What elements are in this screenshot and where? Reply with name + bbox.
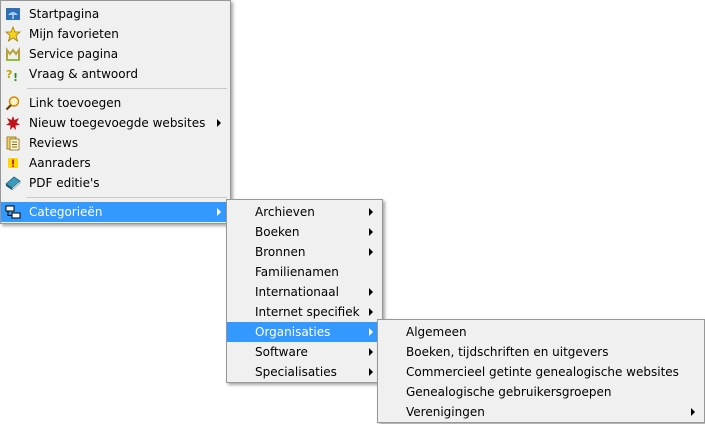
submenu-arrow-icon: [369, 348, 373, 356]
categories-tree-icon: [5, 204, 21, 220]
menu-item-vraag-antwoord[interactable]: ? ! Vraag & antwoord: [1, 64, 230, 84]
service-m-icon: [5, 46, 21, 62]
menu-item-label: Reviews: [29, 136, 79, 150]
menu-item-label: Software: [255, 345, 308, 359]
menu-item-reviews[interactable]: Reviews: [1, 133, 230, 153]
submenu-item-internet-specifiek[interactable]: Internet specifiek: [227, 302, 382, 322]
svg-text:!: !: [13, 71, 18, 82]
menu-item-label: Aanraders: [29, 156, 91, 170]
menu-item-label: Boeken, tijdschriften en uitgevers: [406, 345, 609, 359]
menu-item-label: Internet specifiek: [255, 305, 360, 319]
submenu-arrow-icon: [691, 408, 695, 416]
menu-item-label: Boeken: [255, 225, 300, 239]
menu-item-label: Specialisaties: [255, 365, 337, 379]
submenu-arrow-icon: [369, 208, 373, 216]
submenu-item-software[interactable]: Software: [227, 342, 382, 362]
submenu-item-organisaties[interactable]: Organisaties: [227, 322, 382, 342]
menu-item-link-toevoegen[interactable]: Link toevoegen: [1, 93, 230, 113]
home-umbrella-icon: [5, 6, 21, 22]
submenu-arrow-icon: [369, 248, 373, 256]
menu-item-startpagina[interactable]: Startpagina: [1, 4, 230, 24]
menu-item-aanraders[interactable]: Aanraders: [1, 153, 230, 173]
submenu-item-boeken[interactable]: Boeken: [227, 222, 382, 242]
submenu-item-familienamen[interactable]: Familienamen: [227, 262, 382, 282]
organisaties-submenu: Algemeen Boeken, tijdschriften en uitgev…: [377, 319, 705, 423]
menu-item-label: Algemeen: [406, 325, 467, 339]
magnifier-icon: [5, 95, 21, 111]
submenu-arrow-icon: [217, 208, 221, 216]
menu-item-label: Nieuw toegevoegde websites: [29, 116, 206, 130]
menu-item-mijn-favorieten[interactable]: Mijn favorieten: [1, 24, 230, 44]
menu-item-label: Bronnen: [255, 245, 306, 259]
submenu-arrow-icon: [369, 308, 373, 316]
submenu-item-algemeen[interactable]: Algemeen: [378, 322, 704, 342]
menu-item-label: Vraag & antwoord: [29, 67, 138, 81]
menu-item-label: Genealogische gebruikersgroepen: [406, 385, 612, 399]
submenu-arrow-icon: [217, 119, 221, 127]
menu-item-pdf-edities[interactable]: PDF editie's: [1, 173, 230, 193]
menu-item-label: Startpagina: [29, 7, 100, 21]
submenu-arrow-icon: [369, 368, 373, 376]
menu-separator: [27, 197, 227, 198]
submenu-arrow-icon: [369, 288, 373, 296]
menu-separator: [27, 88, 227, 89]
submenu-item-commercieel-getinte-websites[interactable]: Commercieel getinte genealogische websit…: [378, 362, 704, 382]
menu-item-label: Service pagina: [29, 47, 119, 61]
categories-submenu: Archieven Boeken Bronnen Familienamen In…: [226, 199, 383, 383]
menu-item-label: Link toevoegen: [29, 96, 122, 110]
submenu-arrow-icon: [369, 228, 373, 236]
question-answer-icon: ? !: [5, 66, 21, 82]
main-menu: Startpagina Mijn favorieten Service pagi…: [0, 0, 231, 224]
menu-item-label: Archieven: [255, 205, 315, 219]
menu-item-label: PDF editie's: [29, 176, 100, 190]
menu-item-label: Internationaal: [255, 285, 339, 299]
reviews-document-icon: [5, 135, 21, 151]
menu-item-label: Categorieën: [29, 205, 103, 219]
submenu-item-bronnen[interactable]: Bronnen: [227, 242, 382, 262]
menu-item-categorieen[interactable]: Categorieën: [1, 202, 230, 222]
book-icon: [5, 175, 21, 191]
menu-item-label: Mijn favorieten: [29, 27, 119, 41]
menu-item-label: Verenigingen: [406, 405, 485, 419]
svg-text:?: ?: [6, 68, 12, 81]
submenu-item-specialisaties[interactable]: Specialisaties: [227, 362, 382, 382]
menu-item-label: Commercieel getinte genealogische websit…: [406, 365, 679, 379]
submenu-item-genealogische-gebruikersgroepen[interactable]: Genealogische gebruikersgroepen: [378, 382, 704, 402]
submenu-arrow-icon: [369, 328, 373, 336]
new-splat-icon: [5, 115, 21, 131]
exclamation-icon: [5, 155, 21, 171]
submenu-item-archieven[interactable]: Archieven: [227, 202, 382, 222]
menu-item-service-pagina[interactable]: Service pagina: [1, 44, 230, 64]
submenu-item-verenigingen[interactable]: Verenigingen: [378, 402, 704, 422]
submenu-item-boeken-tijdschriften-uitgevers[interactable]: Boeken, tijdschriften en uitgevers: [378, 342, 704, 362]
menu-item-nieuw-toegevoegde-websites[interactable]: Nieuw toegevoegde websites: [1, 113, 230, 133]
menu-item-label: Familienamen: [255, 265, 339, 279]
star-icon: [5, 26, 21, 42]
submenu-item-internationaal[interactable]: Internationaal: [227, 282, 382, 302]
menu-item-label: Organisaties: [255, 325, 331, 339]
